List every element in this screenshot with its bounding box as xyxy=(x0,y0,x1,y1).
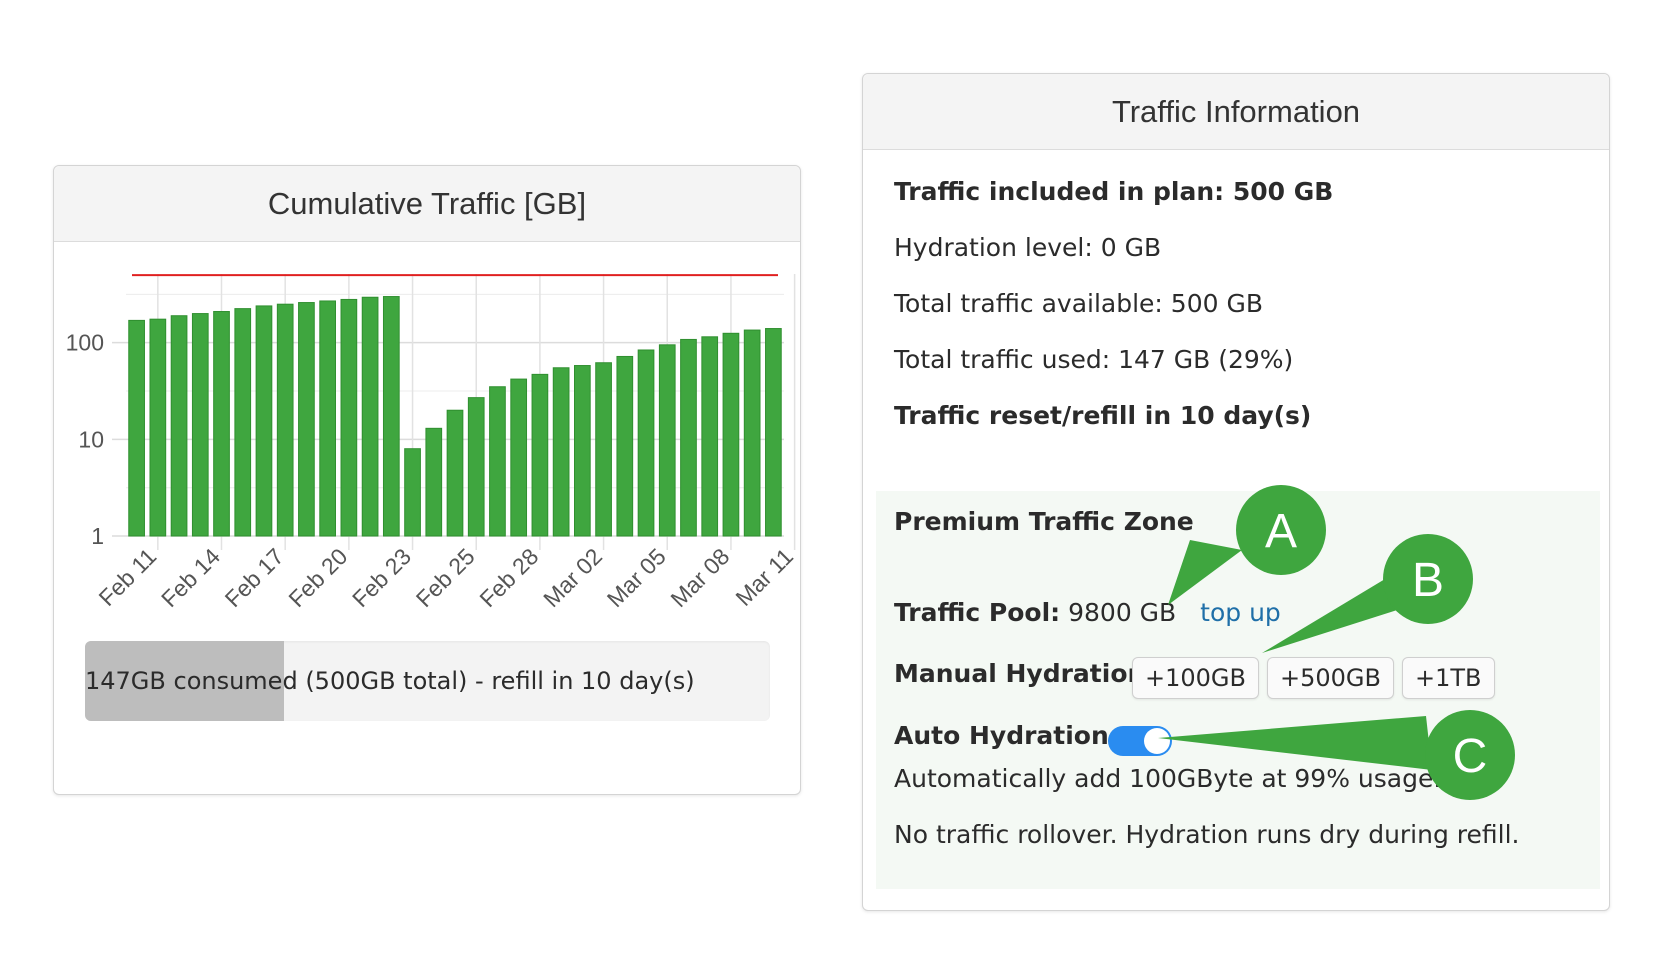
x-tick-label: Mar 11 xyxy=(730,543,798,611)
traffic-bar xyxy=(765,328,782,537)
x-tick-label: Feb 28 xyxy=(474,543,543,612)
progress-rest-label: (500GB total) - refill in 10 day(s) xyxy=(297,667,695,695)
hydrate-500gb-button[interactable]: +500GB xyxy=(1267,657,1394,699)
x-tick-label: Feb 14 xyxy=(156,543,225,612)
auto-hydration-description: Automatically add 100GByte at 99% usage. xyxy=(894,764,1442,793)
toggle-knob xyxy=(1144,728,1170,754)
traffic-bar xyxy=(382,296,400,537)
x-tick-label: Feb 11 xyxy=(94,543,162,611)
traffic-bar xyxy=(319,300,336,537)
traffic-bar xyxy=(191,313,209,537)
traffic-bar xyxy=(404,448,421,537)
traffic-pool-label: Traffic Pool: xyxy=(894,598,1061,627)
traffic-bar xyxy=(361,296,379,537)
traffic-bar xyxy=(298,302,315,537)
total-available-line: Total traffic available: 500 GB xyxy=(894,289,1263,318)
traffic-bar xyxy=(128,319,145,537)
traffic-bar xyxy=(510,378,528,537)
cumulative-traffic-chart: 110100Feb 11Feb 14Feb 17Feb 20Feb 23Feb … xyxy=(66,274,798,612)
premium-zone-title: Premium Traffic Zone xyxy=(894,507,1194,536)
traffic-bar xyxy=(531,373,549,537)
hydrate-100gb-button[interactable]: +100GB xyxy=(1132,657,1259,699)
manual-hydration-label: Manual Hydration xyxy=(894,659,1146,688)
traffic-bar xyxy=(701,336,719,537)
hydration-level-line: Hydration level: 0 GB xyxy=(894,233,1162,262)
traffic-bar xyxy=(658,344,676,537)
traffic-bar xyxy=(170,315,188,537)
traffic-bar xyxy=(467,397,485,537)
premium-traffic-zone: Premium Traffic Zone Traffic Pool: 9800 … xyxy=(876,491,1600,889)
traffic-bar xyxy=(149,318,167,537)
x-tick-label: Feb 23 xyxy=(347,543,416,612)
traffic-bar xyxy=(680,338,697,537)
auto-hydration-label: Auto Hydration xyxy=(894,721,1109,750)
traffic-reset-line: Traffic reset/refill in 10 day(s) xyxy=(894,401,1312,430)
x-tick-label: Feb 25 xyxy=(411,543,480,612)
rollover-note: No traffic rollover. Hydration runs dry … xyxy=(894,820,1520,849)
traffic-bar xyxy=(574,365,591,537)
traffic-information-panel: Traffic Information Traffic included in … xyxy=(862,73,1610,911)
traffic-bar xyxy=(489,386,506,537)
traffic-pool-value: 9800 GB xyxy=(1060,598,1177,627)
y-tick-label-10: 10 xyxy=(78,426,104,452)
x-tick-label: Mar 05 xyxy=(602,543,671,612)
x-tick-label: Feb 17 xyxy=(220,543,289,612)
traffic-bar xyxy=(446,409,464,537)
traffic-pool-line: Traffic Pool: 9800 GB top up xyxy=(894,598,1281,627)
y-tick-label-100: 100 xyxy=(66,330,104,356)
traffic-included-line: Traffic included in plan: 500 GB xyxy=(894,177,1334,206)
cumulative-traffic-panel: Cumulative Traffic [GB] 1 10 100 Feb 11 Feb … xyxy=(53,165,801,795)
traffic-bar xyxy=(255,305,273,537)
traffic-bar xyxy=(425,427,443,537)
traffic-bar xyxy=(340,298,358,537)
traffic-bar xyxy=(552,367,570,537)
total-used-line: Total traffic used: 147 GB (29%) xyxy=(894,345,1294,374)
traffic-bar xyxy=(595,362,612,537)
traffic-bar xyxy=(743,329,761,537)
progress-consumed-label: 147GB consumed xyxy=(85,667,298,695)
traffic-bar xyxy=(234,308,252,537)
traffic-progress-bar: 147GB consumed (500GB total) - refill in… xyxy=(85,641,770,721)
top-up-link[interactable]: top up xyxy=(1200,598,1281,627)
auto-hydration-toggle[interactable] xyxy=(1108,726,1172,756)
traffic-bar xyxy=(213,311,230,537)
x-tick-label: Mar 08 xyxy=(665,543,734,612)
traffic-bar xyxy=(616,355,634,537)
info-panel-title: Traffic Information xyxy=(863,74,1609,150)
traffic-bar xyxy=(276,303,294,537)
y-tick-label-1: 1 xyxy=(91,523,104,549)
progress-text: 147GB consumed (500GB total) - refill in… xyxy=(85,641,695,721)
hydrate-1tb-button[interactable]: +1TB xyxy=(1402,657,1495,699)
x-tick-label: Mar 02 xyxy=(538,543,607,612)
x-tick-label: Feb 20 xyxy=(283,543,352,612)
traffic-bar xyxy=(722,332,740,537)
traffic-bar xyxy=(637,349,655,537)
